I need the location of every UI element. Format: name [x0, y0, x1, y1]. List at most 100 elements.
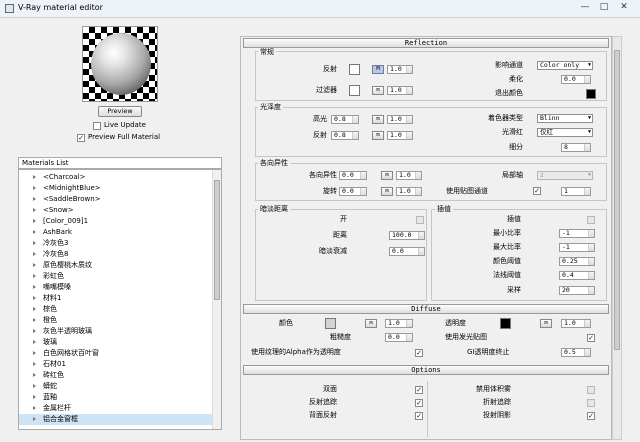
anisotropy-type-dropdown[interactable]: 仅红	[537, 128, 593, 137]
material-item[interactable]: 金属栏杆	[19, 403, 213, 414]
material-item[interactable]: 棕色	[19, 304, 213, 315]
aniso-value[interactable]: 0.0	[339, 171, 367, 180]
full-material-checkbox[interactable]: ✓	[77, 134, 85, 142]
min-rate-value[interactable]: -1	[559, 229, 595, 238]
expand-arrow-icon[interactable]	[33, 406, 36, 410]
minimize-button[interactable]: —	[577, 1, 593, 15]
hilight-map-button[interactable]: m	[372, 115, 384, 124]
soften-value[interactable]: 0.0	[561, 75, 591, 84]
back-reflect-checkbox[interactable]: ✓	[415, 412, 423, 420]
expand-arrow-icon[interactable]	[33, 208, 36, 212]
use-irradiance-checkbox[interactable]: ✓	[587, 334, 595, 342]
material-item[interactable]: <SaddleBrown>	[19, 194, 213, 205]
transparency-multiplier[interactable]: 1.0	[561, 319, 591, 328]
expand-arrow-icon[interactable]	[33, 175, 36, 179]
material-item[interactable]: 石材01	[19, 359, 213, 370]
refl-gloss-map-button[interactable]: m	[372, 131, 384, 140]
material-item[interactable]: <Charcoal>	[19, 172, 213, 183]
normal-thresh-value[interactable]: 0.4	[559, 271, 595, 280]
diffuse-map-button[interactable]: m	[365, 319, 377, 328]
use-alpha-checkbox[interactable]: ✓	[415, 349, 423, 357]
color-thresh-value[interactable]: 0.25	[559, 257, 595, 266]
reflect-multiplier[interactable]: 1.0	[387, 65, 413, 74]
expand-arrow-icon[interactable]	[33, 285, 36, 289]
filter-multiplier[interactable]: 1.0	[387, 86, 413, 95]
expand-arrow-icon[interactable]	[33, 263, 36, 267]
samples-value[interactable]: 20	[559, 286, 595, 295]
expand-arrow-icon[interactable]	[33, 318, 36, 322]
transparency-color-swatch[interactable]	[500, 318, 511, 329]
expand-arrow-icon[interactable]	[33, 274, 36, 278]
map-channel-value[interactable]: 1	[561, 187, 591, 196]
expand-arrow-icon[interactable]	[33, 395, 36, 399]
rotation-map-button[interactable]: m	[381, 187, 393, 196]
max-rate-value[interactable]: -1	[559, 243, 595, 252]
material-item[interactable]: 冷灰色3	[19, 238, 213, 249]
material-item[interactable]: 蓝釉	[19, 392, 213, 403]
maximize-button[interactable]: □	[596, 1, 612, 15]
dim-falloff-value[interactable]: 0.0	[389, 247, 425, 256]
expand-arrow-icon[interactable]	[33, 384, 36, 388]
options-header[interactable]: Options	[243, 365, 609, 375]
local-axis-dropdown[interactable]: z	[537, 171, 593, 180]
expand-arrow-icon[interactable]	[33, 373, 36, 377]
material-item[interactable]: 嘴嘴模嗓	[19, 282, 213, 293]
brdf-dropdown[interactable]: Blinn	[537, 114, 593, 123]
expand-arrow-icon[interactable]	[33, 230, 36, 234]
material-item[interactable]: 白色网格状百叶窗	[19, 348, 213, 359]
refl-gloss-multiplier[interactable]: 1.0	[387, 131, 413, 140]
reflect-trace-checkbox[interactable]: ✓	[415, 399, 423, 407]
interp-checkbox[interactable]	[587, 216, 595, 224]
diffuse-color-swatch[interactable]	[325, 318, 336, 329]
dim-distance-value[interactable]: 100.0	[389, 231, 425, 240]
expand-arrow-icon[interactable]	[33, 197, 36, 201]
dim-on-checkbox[interactable]	[416, 216, 424, 224]
gi-cutoff-value[interactable]: 0.5	[561, 348, 591, 357]
material-item[interactable]: <Snow>	[19, 205, 213, 216]
material-item[interactable]: [Color_009]1	[19, 216, 213, 227]
material-item[interactable]: 橙色	[19, 315, 213, 326]
cast-shadow-checkbox[interactable]: ✓	[587, 412, 595, 420]
expand-arrow-icon[interactable]	[33, 219, 36, 223]
exit-color-swatch[interactable]	[586, 89, 596, 99]
close-button[interactable]: ✕	[616, 1, 632, 15]
material-item[interactable]: <MidnightBlue>	[19, 183, 213, 194]
expand-arrow-icon[interactable]	[33, 241, 36, 245]
rotation-multiplier[interactable]: 1.0	[396, 187, 422, 196]
filter-map-button[interactable]: m	[372, 86, 384, 95]
properties-scroll-thumb[interactable]	[614, 50, 620, 350]
reflection-header[interactable]: Reflection	[243, 38, 609, 48]
transparency-map-button[interactable]: m	[540, 319, 552, 328]
expand-arrow-icon[interactable]	[33, 186, 36, 190]
double-sided-checkbox[interactable]: ✓	[415, 386, 423, 394]
hilight-multiplier[interactable]: 1.0	[387, 115, 413, 124]
material-item[interactable]: 原色樱桃木质纹	[19, 260, 213, 271]
aniso-map-button[interactable]: m	[381, 171, 393, 180]
refract-trace-checkbox[interactable]	[587, 399, 595, 407]
expand-arrow-icon[interactable]	[33, 417, 36, 421]
material-item[interactable]: 冷灰色8	[19, 249, 213, 260]
filter-color-swatch[interactable]	[349, 85, 360, 96]
material-item[interactable]: 彩虹色	[19, 271, 213, 282]
expand-arrow-icon[interactable]	[33, 362, 36, 366]
expand-arrow-icon[interactable]	[33, 252, 36, 256]
reflect-map-button[interactable]: M	[372, 65, 384, 74]
material-item[interactable]: 玻璃	[19, 337, 213, 348]
disable-fog-checkbox[interactable]	[587, 386, 595, 394]
materials-scroll-thumb[interactable]	[214, 180, 220, 300]
material-item[interactable]: 砖红色	[19, 370, 213, 381]
material-item[interactable]: 铝合金窗框	[19, 414, 213, 425]
expand-arrow-icon[interactable]	[33, 296, 36, 300]
material-item[interactable]: 材料1	[19, 293, 213, 304]
expand-arrow-icon[interactable]	[33, 340, 36, 344]
rotation-value[interactable]: 0.0	[339, 187, 367, 196]
hilight-gloss-value[interactable]: 0.8	[331, 115, 359, 124]
diffuse-header[interactable]: Diffuse	[243, 304, 609, 314]
materials-scrollbar[interactable]	[212, 170, 221, 429]
refl-gloss-value[interactable]: 0.8	[331, 131, 359, 140]
material-item[interactable]: AshBark	[19, 227, 213, 238]
material-item[interactable]: 灰色半透明玻璃	[19, 326, 213, 337]
reflect-color-swatch[interactable]	[349, 64, 360, 75]
materials-list[interactable]: <Charcoal> <MidnightBlue> <SaddleBrown> <Sn…	[18, 169, 222, 430]
expand-arrow-icon[interactable]	[33, 351, 36, 355]
